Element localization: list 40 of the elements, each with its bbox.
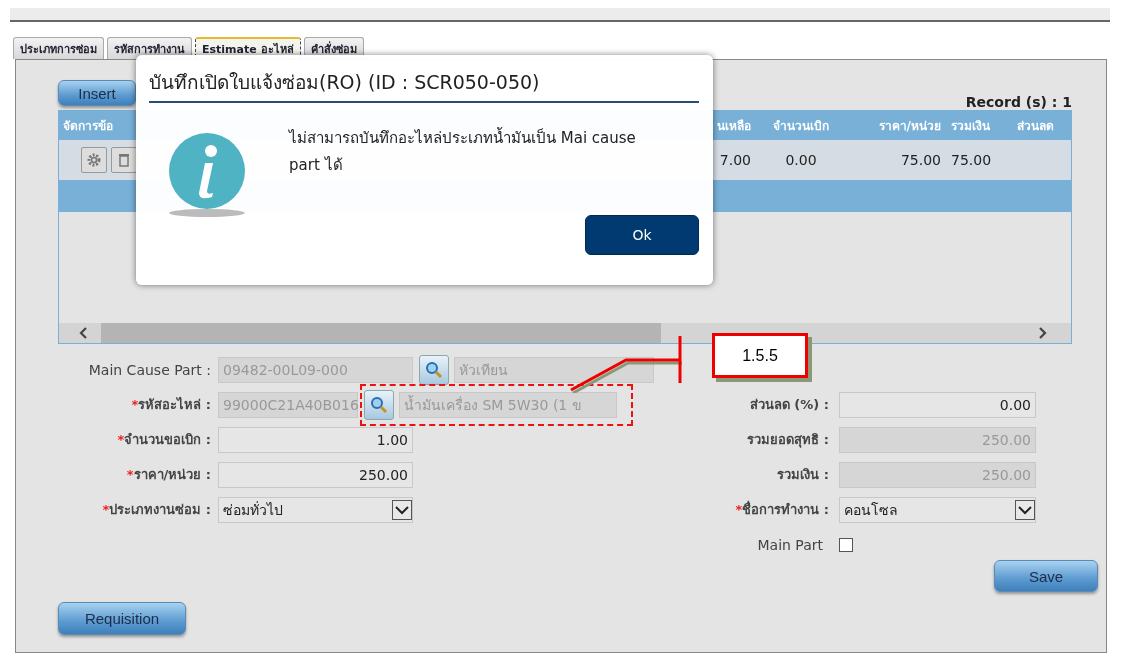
field-label: Main Cause Part :: [87, 361, 211, 378]
horizontal-scrollbar[interactable]: [59, 323, 1071, 343]
ok-button[interactable]: Ok: [585, 215, 699, 255]
column-header: นเหลือ: [716, 118, 751, 135]
column-header: จำนวนเบิก: [772, 118, 830, 135]
checkbox-label: Main Part: [756, 536, 824, 553]
table-cell-text: 0.00: [784, 152, 818, 168]
tab[interactable]: ประเภทการซ่อม: [13, 37, 104, 59]
column-header: รวมเงิน: [950, 118, 991, 135]
field-label: *ชื่อการทำงาน :: [734, 499, 829, 519]
table-cell-text: 7.00: [718, 152, 751, 168]
chevron-down-icon: [1015, 499, 1035, 520]
search-icon[interactable]: [419, 354, 449, 385]
field-label: *จำนวนขอเบิก :: [116, 431, 211, 449]
input-field[interactable]: 0.00: [839, 391, 1036, 418]
input-field[interactable]: 1.00: [218, 426, 413, 453]
dialog-message: ไม่สามารถบันทึกอะไหล่ประเภทน้ำมันเป็น Mai cause part ได้: [289, 126, 637, 176]
save-button[interactable]: Save: [994, 560, 1098, 592]
trash-icon[interactable]: [111, 147, 137, 173]
field-label: ส่วนลด (%) :: [748, 396, 829, 414]
column-header: ราคา/หน่วย: [877, 118, 942, 135]
field-label: รวมเงิน :: [776, 466, 829, 484]
insert-button[interactable]: Insert: [58, 80, 136, 106]
chevron-down-icon: [392, 499, 412, 520]
field-label: *ประเภทงานซ่อม :: [101, 501, 211, 519]
dialog-title: บันทึกเปิดใบแจ้งซ่อม(RO) (ID : SCR050-050): [149, 67, 699, 103]
field-label: *ราคา/หน่วย :: [125, 466, 211, 484]
table-cell-text: 75.00: [950, 152, 993, 168]
settings-icon[interactable]: [81, 147, 107, 173]
table-cell-text: 75.00: [899, 152, 942, 168]
column-header: ส่วนลด: [1016, 118, 1055, 135]
requisition-button[interactable]: Requisition: [58, 602, 186, 635]
input-field[interactable]: 250.00: [218, 461, 413, 488]
search-icon[interactable]: [364, 389, 394, 420]
field-label: รวมยอดสุทธิ :: [746, 431, 829, 450]
field-label: *รหัสอะไหล่ :: [130, 396, 211, 414]
checkbox[interactable]: [839, 537, 853, 552]
dropdown[interactable]: ซ่อมทั่วไป: [218, 496, 413, 523]
dropdown[interactable]: คอนโซล: [839, 496, 1036, 523]
record-count: Record (s) : 1: [965, 94, 1072, 110]
